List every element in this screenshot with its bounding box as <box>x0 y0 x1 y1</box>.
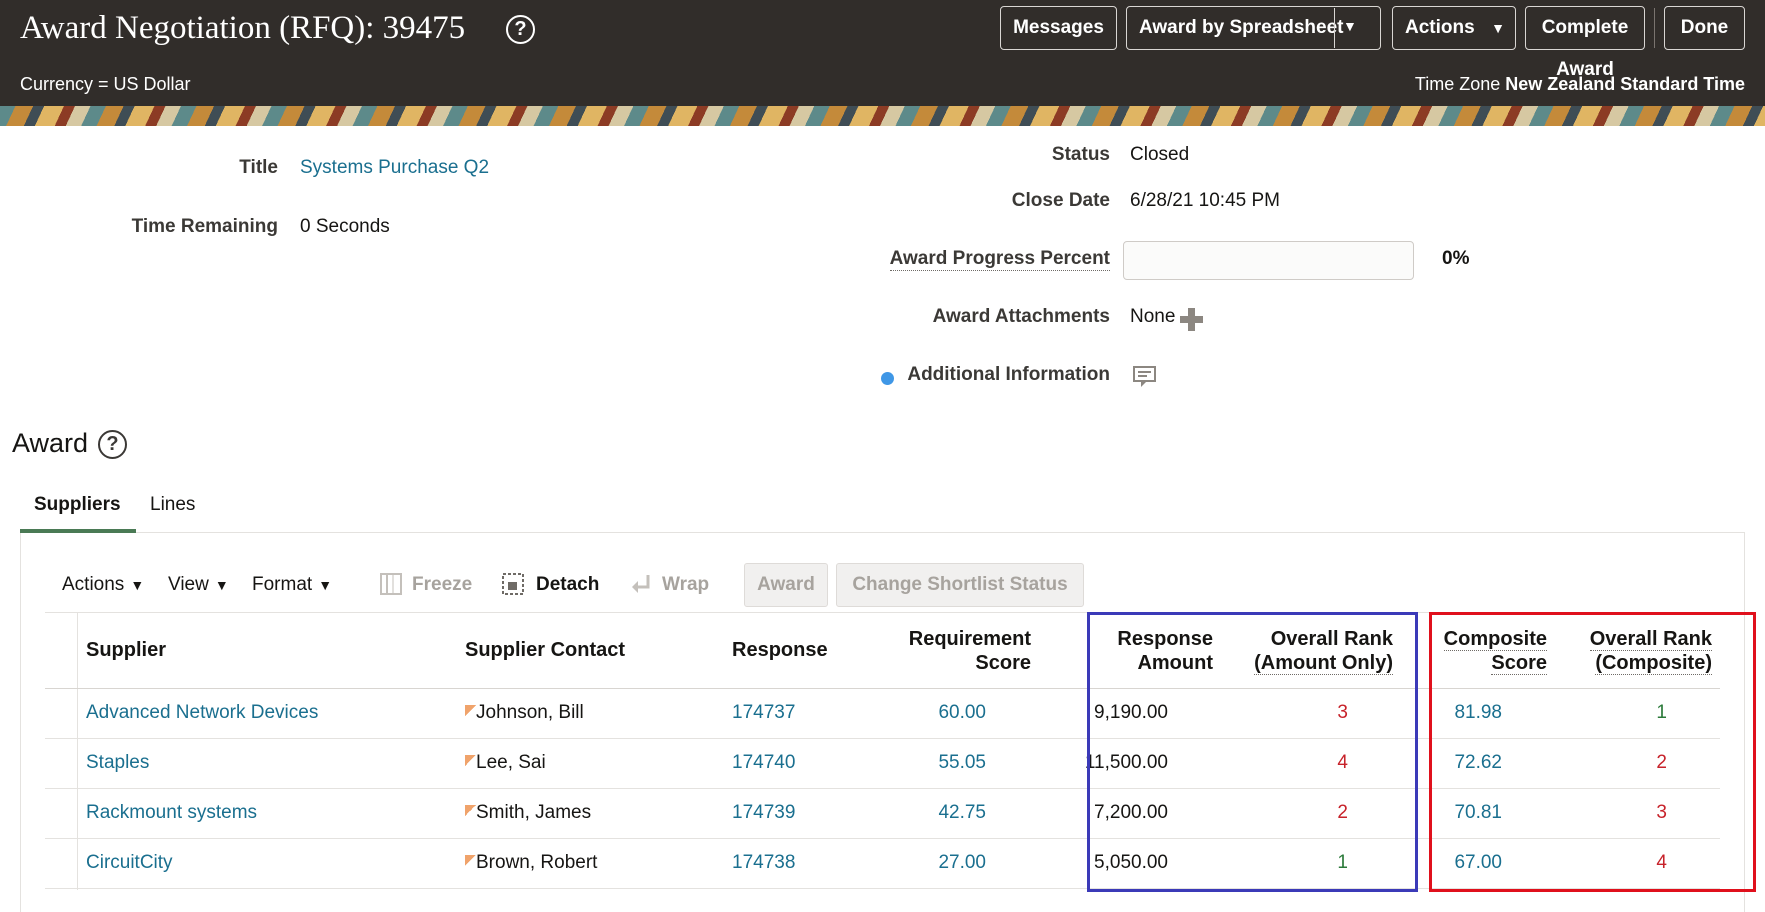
award-by-spreadsheet-label: Award by Spreadsheet <box>1139 17 1344 38</box>
requirement-score-link[interactable]: 55.05 <box>938 752 986 774</box>
actions-menu[interactable]: Actions ▼ <box>62 574 144 596</box>
close-date-value: 6/28/21 10:45 PM <box>1130 190 1280 211</box>
column-header-response[interactable]: Response <box>732 638 828 662</box>
flag-icon <box>465 755 476 766</box>
tab-suppliers[interactable]: Suppliers <box>34 494 121 516</box>
supplier-contact-name: Smith, James <box>476 802 592 823</box>
actions-menu-button[interactable]: Actions ▼ <box>1392 6 1516 50</box>
response-link[interactable]: 174739 <box>732 802 795 824</box>
tab-lines[interactable]: Lines <box>150 494 195 516</box>
time-remaining-label: Time Remaining <box>131 216 278 237</box>
column-header-line: Score <box>975 652 1031 674</box>
split-divider <box>1334 8 1335 48</box>
freeze-columns-icon <box>380 573 402 595</box>
required-indicator-icon <box>881 372 894 385</box>
supplier-link[interactable]: Rackmount systems <box>86 802 257 824</box>
flag-icon <box>465 705 476 716</box>
award-section-title: Award <box>12 428 89 458</box>
supplier-link[interactable]: CircuitCity <box>86 852 173 874</box>
done-button[interactable]: Done <box>1664 6 1745 50</box>
chevron-down-icon[interactable]: ▼ <box>1343 18 1363 38</box>
page-title: Award Negotiation (RFQ): 39475 <box>20 10 466 46</box>
response-link[interactable]: 174737 <box>732 702 795 724</box>
status-value: Closed <box>1130 144 1190 165</box>
format-menu[interactable]: Format ▼ <box>252 574 332 596</box>
award-attachments-label: Award Attachments <box>932 306 1110 327</box>
messages-button[interactable]: Messages <box>1000 6 1117 50</box>
supplier-contact: Brown, Robert <box>465 852 597 874</box>
requirement-score-link[interactable]: 42.75 <box>938 802 986 824</box>
complete-award-button[interactable]: Complete Award <box>1525 6 1645 80</box>
response-link[interactable]: 174740 <box>732 752 795 774</box>
close-date-label: Close Date <box>1011 190 1110 211</box>
chevron-down-icon: ▼ <box>1491 20 1505 36</box>
award-attachments-value: None <box>1130 306 1176 327</box>
header-separator <box>1654 8 1655 48</box>
view-menu[interactable]: View ▼ <box>168 574 229 596</box>
supplier-contact: Johnson, Bill <box>465 702 584 724</box>
timezone-caption: Time Zone <box>1414 74 1501 94</box>
timezone-value: New Zealand Standard Time <box>1505 74 1745 94</box>
supplier-contact-name: Lee, Sai <box>476 752 546 773</box>
chevron-down-icon: ▼ <box>214 577 229 593</box>
decorative-banner <box>0 106 1765 126</box>
column-header-requirement-score[interactable]: Requirement Score <box>909 627 1031 675</box>
award-progress-value: 0% <box>1442 248 1470 269</box>
award-progress-label: Award Progress Percent <box>889 248 1110 271</box>
supplier-link[interactable]: Advanced Network Devices <box>86 702 318 724</box>
status-label: Status <box>1051 144 1110 165</box>
chevron-down-icon: ▼ <box>130 577 145 593</box>
supplier-contact: Lee, Sai <box>465 752 546 774</box>
response-link[interactable]: 174738 <box>732 852 795 874</box>
chevron-down-icon: ▼ <box>318 577 333 593</box>
requirement-score-link[interactable]: 27.00 <box>938 852 986 874</box>
flag-icon <box>465 855 476 866</box>
award-button[interactable]: Award <box>744 563 828 607</box>
freeze-button[interactable]: Freeze <box>412 574 472 596</box>
column-header-line: Requirement <box>908 628 1031 650</box>
supplier-link[interactable]: Staples <box>86 752 149 774</box>
composite-ranking-highlight <box>1429 612 1756 892</box>
supplier-contact: Smith, James <box>465 802 591 824</box>
flag-icon <box>465 805 476 816</box>
plus-icon[interactable] <box>1180 308 1203 331</box>
supplier-contact-name: Brown, Robert <box>476 852 598 873</box>
title-link[interactable]: Systems Purchase Q2 <box>300 157 489 179</box>
wrap-button[interactable]: Wrap <box>662 574 709 596</box>
format-menu-label: Format <box>252 574 313 595</box>
page-header: Award Negotiation (RFQ): 39475 ? Currenc… <box>0 0 1765 106</box>
help-icon[interactable]: ? <box>98 430 127 459</box>
actions-menu-label: Actions <box>1405 17 1475 38</box>
actions-menu-label: Actions <box>62 574 125 595</box>
detach-button[interactable]: Detach <box>536 574 599 596</box>
title-label: Title <box>239 157 278 178</box>
view-menu-label: View <box>168 574 209 595</box>
change-shortlist-status-button[interactable]: Change Shortlist Status <box>836 563 1084 607</box>
wrap-icon <box>632 575 650 593</box>
column-header-supplier[interactable]: Supplier <box>86 638 166 662</box>
additional-information-label: Additional Information <box>907 364 1110 385</box>
help-icon[interactable]: ? <box>506 15 535 44</box>
requirement-score-link[interactable]: 60.00 <box>938 702 986 724</box>
detach-icon <box>502 573 524 595</box>
time-remaining-value: 0 Seconds <box>300 216 390 237</box>
supplier-contact-name: Johnson, Bill <box>476 702 584 723</box>
amount-ranking-highlight <box>1087 612 1418 892</box>
column-header-supplier-contact[interactable]: Supplier Contact <box>465 638 625 662</box>
award-progress-bar <box>1123 241 1414 280</box>
currency-label: Currency = US Dollar <box>20 74 191 94</box>
form-edit-icon[interactable] <box>1133 366 1157 388</box>
